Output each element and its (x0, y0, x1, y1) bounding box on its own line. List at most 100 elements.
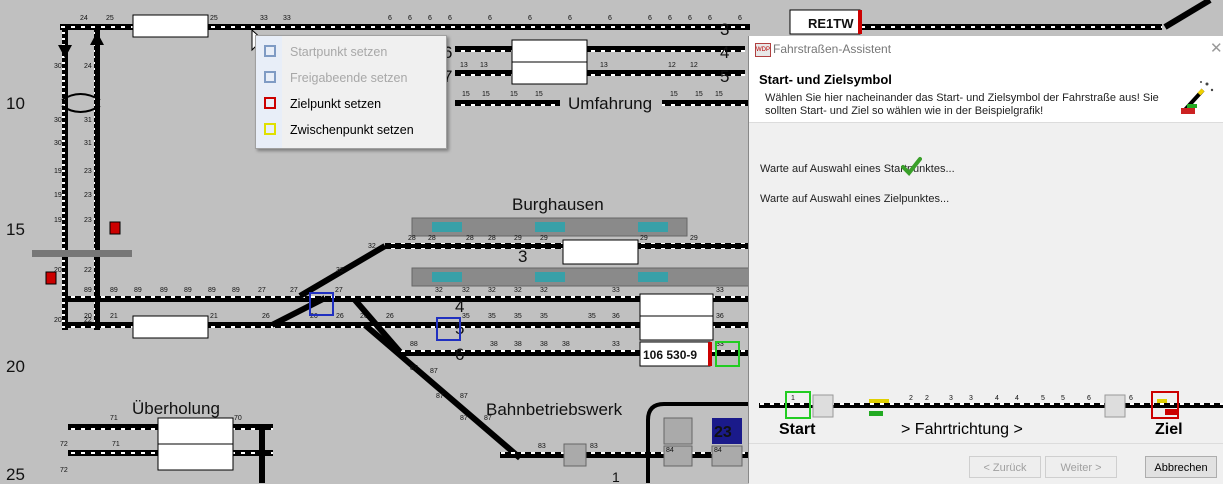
segnum: 31 (84, 117, 92, 124)
status-zielpunkt: Warte auf Auswahl eines Zielpunktes... (760, 193, 950, 205)
segnum: 6 (668, 15, 672, 22)
train-slot-3[interactable] (562, 239, 639, 265)
segnum: 89 (110, 287, 118, 294)
example-num: 4 (1015, 395, 1019, 402)
segnum: 15 (715, 91, 723, 98)
checkmark-icon (901, 157, 922, 177)
platform-marker (432, 272, 462, 282)
track-number-3: 3 (720, 20, 729, 39)
segnum: 70 (234, 415, 242, 422)
menu-item-startpunkt[interactable]: Startpunkt setzen (256, 39, 446, 65)
menu-item-label: Freigabeende setzen (290, 71, 408, 85)
train-slot-ueb-2[interactable] (157, 443, 234, 471)
example-signal-icon (1165, 409, 1177, 415)
menu-item-label: Startpunkt setzen (290, 45, 388, 59)
platform-marker (535, 272, 565, 282)
example-slot (1104, 394, 1126, 418)
track-number-burg-6: 6 (455, 345, 464, 364)
segnum: 71 (110, 415, 118, 422)
segnum: 19 (54, 168, 62, 175)
freigabeende-icon (264, 71, 276, 83)
dialog-title: Fahrstraßen-Assistent (773, 42, 892, 56)
segnum: 13 (460, 62, 468, 69)
platform-marker (638, 272, 668, 282)
segnum: 15 (670, 91, 678, 98)
segnum: 35 (514, 313, 522, 320)
segnum: 27 (290, 287, 298, 294)
arrow-up-icon (90, 32, 104, 45)
segnum: 23 (84, 168, 92, 175)
segnum: 6 (648, 15, 652, 22)
segnum: 32 (336, 267, 344, 274)
segnum: 89 (84, 287, 92, 294)
train-slot-row20[interactable] (132, 315, 209, 339)
segnum: 28 (428, 235, 436, 242)
track-left-col-2[interactable] (94, 30, 100, 330)
track-row-6[interactable] (455, 46, 745, 52)
segnum: 29 (690, 235, 698, 242)
menu-item-freigabeende[interactable]: Freigabeende setzen (256, 65, 446, 91)
train-end-marker (858, 10, 862, 34)
track-left-col-1[interactable] (62, 30, 68, 330)
track-top-curve[interactable] (1163, 0, 1212, 30)
row-label-10: 10 (6, 94, 25, 113)
segnum: 31 (84, 140, 92, 147)
segnum: 89 (208, 287, 216, 294)
track-number-5: 5 (720, 67, 729, 86)
example-num: 6 (1129, 395, 1133, 402)
segnum: 24 (84, 63, 92, 70)
bw-slot[interactable] (563, 443, 587, 467)
segnum: 38 (490, 341, 498, 348)
dialog-description: Wählen Sie hier nacheinander das Start- … (765, 92, 1159, 117)
segnum: 89 (134, 287, 142, 294)
next-button[interactable]: Weiter > (1045, 456, 1117, 478)
menu-item-zielpunkt[interactable]: Zielpunkt setzen (256, 91, 446, 117)
train-slot-ueb-1[interactable] (157, 417, 234, 445)
train-slot-6[interactable] (511, 39, 588, 63)
segnum: 38 (514, 341, 522, 348)
segnum: 89 (184, 287, 192, 294)
row-label-20: 20 (6, 357, 25, 376)
turntable-icon[interactable] (663, 417, 693, 445)
cancel-button[interactable]: Abbrechen (1145, 456, 1217, 478)
segnum: 87 (460, 393, 468, 400)
segnum: 30 (54, 140, 62, 147)
segnum: 21 (110, 313, 118, 320)
segnum: 21 (210, 313, 218, 320)
signal-icon[interactable] (45, 271, 57, 285)
track-level-crossing (32, 250, 132, 257)
example-num: 6 (1087, 395, 1091, 402)
station-ueberholung: Überholung (132, 399, 220, 418)
arrow-down-icon (58, 45, 72, 58)
train-slot-4[interactable] (639, 293, 714, 317)
segnum: 35 (588, 313, 596, 320)
segnum: 83 (538, 443, 546, 450)
segnum: 87 (436, 393, 444, 400)
status-startpunkt: Warte auf Auswahl eines Startpunktes... (760, 163, 955, 175)
dialog-header: Start- und Zielsymbol Wählen Sie hier na… (749, 62, 1223, 123)
signal-icon[interactable] (109, 221, 121, 235)
segnum: 12 (690, 62, 698, 69)
track-top-right[interactable] (862, 24, 1162, 30)
menu-item-zwischenpunkt[interactable]: Zwischenpunkt setzen (256, 117, 446, 143)
segnum: 33 (283, 15, 291, 22)
segnum: 6 (428, 15, 432, 22)
train-slot-top-left[interactable] (132, 14, 209, 38)
track-umfahrung-right[interactable] (662, 100, 750, 106)
track-row-7[interactable] (455, 70, 745, 76)
segnum: 26 (336, 313, 344, 320)
row-label-25: 25 (6, 465, 25, 483)
track-diagonal[interactable] (270, 295, 327, 328)
platform-marker (638, 222, 668, 232)
dialog-titlebar[interactable]: WDP Fahrstraßen-Assistent ✕ (749, 36, 1223, 62)
example-num: 1 (791, 395, 795, 402)
track-umfahrung-left[interactable] (455, 100, 560, 106)
example-num: 5 (1061, 395, 1065, 402)
train-slot-7[interactable] (511, 61, 588, 85)
train-slot-5[interactable] (639, 315, 714, 341)
back-button[interactable]: < Zurück (969, 456, 1041, 478)
example-signal-icon (879, 399, 889, 403)
dialog-heading: Start- und Zielsymbol (759, 72, 892, 87)
segnum: 36 (612, 313, 620, 320)
close-icon[interactable]: ✕ (1210, 39, 1223, 57)
